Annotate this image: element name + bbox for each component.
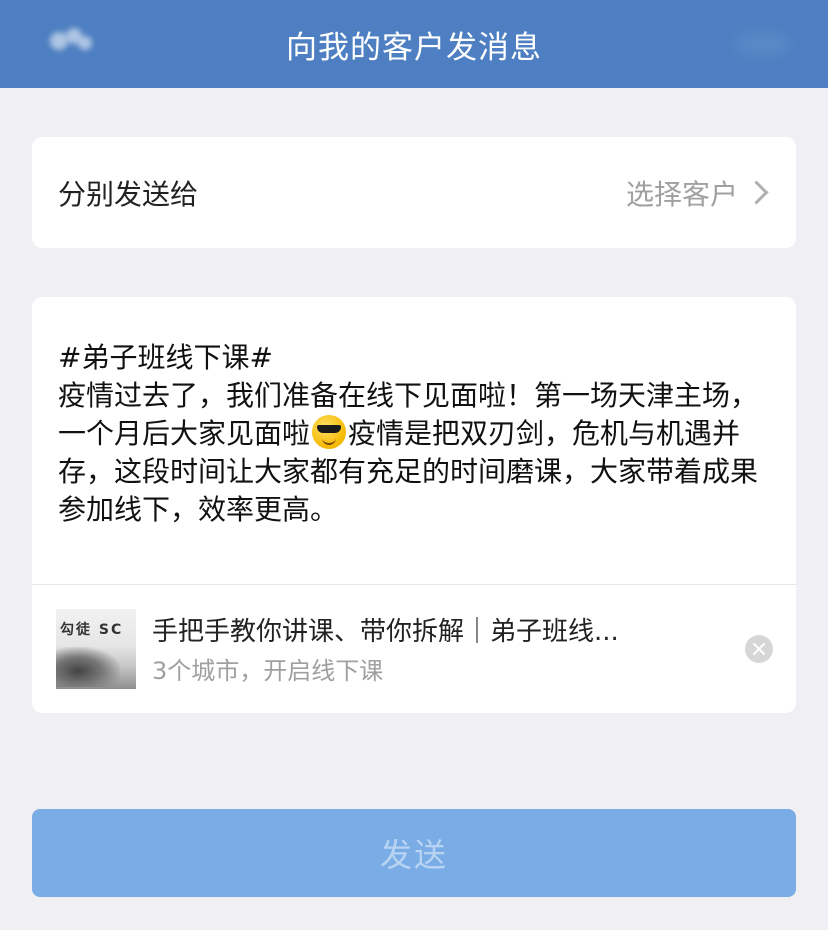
- sunglasses-emoji-icon: [312, 415, 347, 449]
- link-thumbnail: 勾徒 SC: [56, 609, 136, 689]
- page-title: 向我的客户发消息: [286, 29, 542, 66]
- close-circle-icon[interactable]: [745, 635, 773, 663]
- header-right-placeholder: [738, 34, 788, 54]
- mountain-image: [56, 647, 120, 687]
- link-preview[interactable]: 勾徒 SC 手把手教你讲课、带你拆解｜弟子班线... 3个城市，开启线下课: [56, 609, 773, 689]
- message-card: #弟子班线下课# 疫情过去了，我们准备在线下见面啦！第一场天津主场，一个月后大家…: [32, 297, 796, 713]
- recipient-label: 分别发送给: [58, 178, 199, 211]
- recipient-selector[interactable]: 分别发送给 选择客户: [32, 137, 796, 248]
- link-title: 手把手教你讲课、带你拆解｜弟子班线...: [152, 617, 619, 647]
- thumbnail-text: 勾徒 SC: [60, 622, 124, 638]
- divider: [32, 584, 796, 585]
- select-customer-text: 选择客户: [625, 178, 738, 211]
- send-button[interactable]: 发送: [32, 809, 796, 897]
- message-text[interactable]: #弟子班线下课# 疫情过去了，我们准备在线下见面啦！第一场天津主场，一个月后大家…: [58, 339, 778, 529]
- select-customer-button[interactable]: 选择客户: [626, 173, 770, 213]
- link-subtitle: 3个城市，开启线下课: [152, 657, 384, 685]
- chevron-right-icon: [748, 176, 770, 210]
- title-bar: 向我的客户发消息: [0, 0, 828, 88]
- message-hashtag: #弟子班线下课#: [58, 341, 273, 374]
- back-icon[interactable]: [44, 22, 114, 62]
